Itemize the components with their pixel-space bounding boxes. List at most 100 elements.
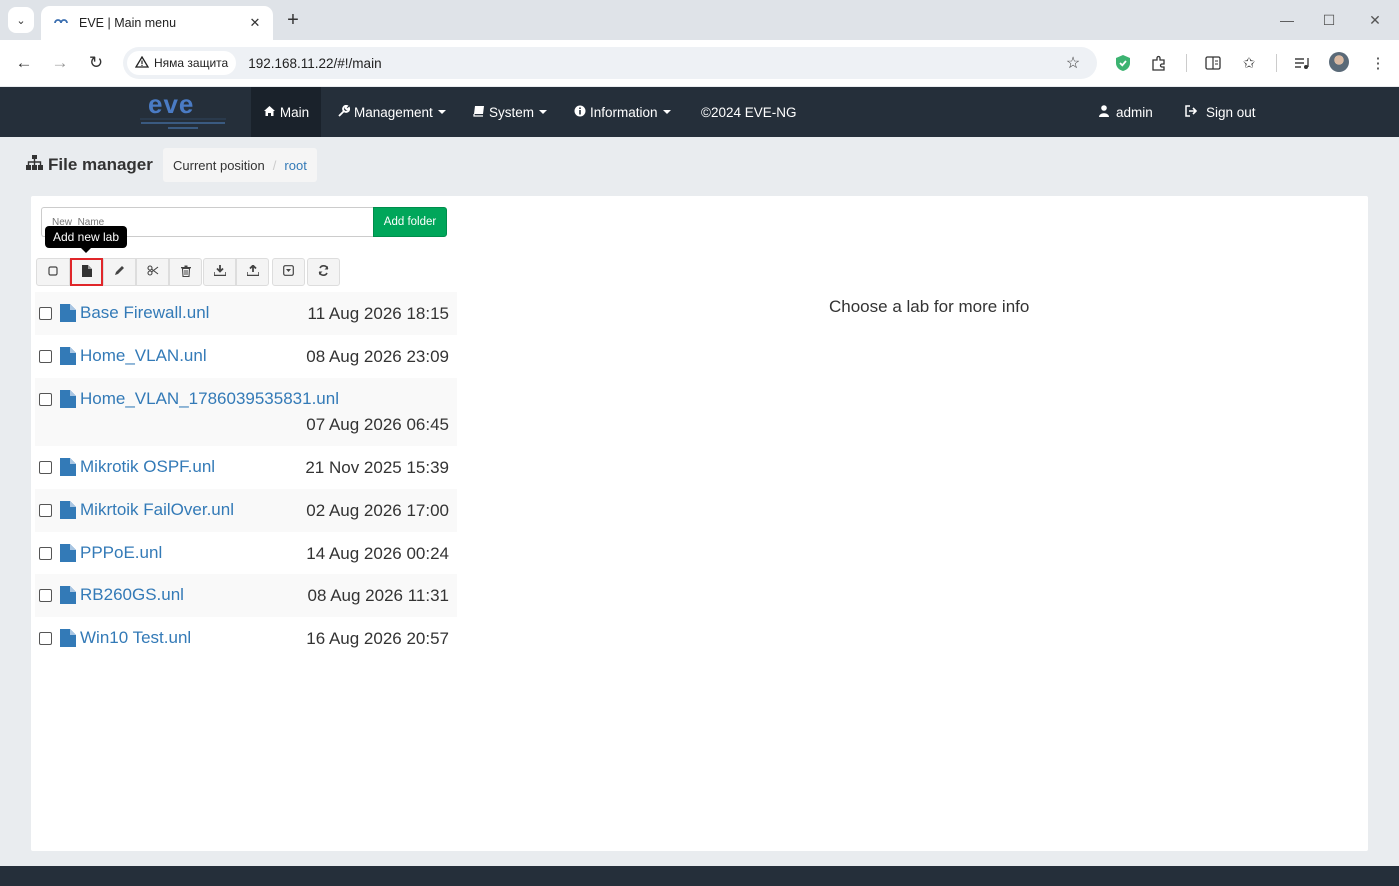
list-item[interactable]: Home_VLAN_1786039535831.unl 07 Aug 2026 … [35, 378, 457, 446]
scissors-icon [146, 265, 159, 279]
favorites-icon[interactable]: ✩ [1238, 52, 1260, 74]
sitemap-icon [26, 155, 43, 175]
file-date: 16 Aug 2026 20:57 [306, 629, 449, 648]
file-name-link[interactable]: PPPoE.unl [80, 543, 162, 563]
refresh-button[interactable] [307, 258, 340, 286]
row-checkbox[interactable] [39, 504, 52, 517]
browser-tab[interactable]: EVE | Main menu ✕ [41, 6, 273, 40]
warning-icon [134, 55, 150, 71]
nav-management[interactable]: Management [338, 87, 446, 137]
export-button[interactable] [236, 258, 269, 286]
minimize-icon[interactable]: — [1276, 9, 1298, 31]
nav-user[interactable]: admin [1099, 87, 1153, 137]
address-bar[interactable]: Няма защита 192.168.11.22/#!/main ☆ [123, 47, 1097, 79]
tab-title: EVE | Main menu [79, 16, 177, 30]
nav-system[interactable]: System [473, 87, 548, 137]
media-control-icon[interactable] [1291, 52, 1313, 74]
caret-down-icon [437, 110, 446, 114]
copyright-label: ©2024 EVE-NG [701, 104, 797, 120]
lab-info-placeholder: Choose a lab for more info [829, 297, 1030, 316]
list-item[interactable]: Win10 Test.unl 16 Aug 2026 20:57 [35, 617, 457, 660]
download-icon [212, 265, 227, 279]
checkbox-square-icon [48, 265, 58, 279]
add-new-lab-button[interactable] [70, 258, 103, 286]
eve-favicon-icon [53, 15, 69, 31]
breadcrumb-current-position: Current position [173, 157, 265, 173]
eve-logo[interactable]: eve [138, 89, 228, 134]
svg-text:eve: eve [148, 89, 194, 119]
caret-down-icon [662, 110, 671, 114]
add-folder-button[interactable]: Add folder [373, 207, 447, 237]
extensions-puzzle-icon[interactable] [1148, 52, 1170, 74]
refresh-icon [318, 265, 329, 279]
file-date: 21 Nov 2025 15:39 [305, 458, 449, 477]
row-checkbox[interactable] [39, 393, 52, 406]
profile-avatar[interactable] [1329, 52, 1349, 72]
back-icon[interactable]: ← [11, 50, 37, 76]
file-name-link[interactable]: Base Firewall.unl [80, 303, 209, 323]
file-date: 08 Aug 2026 11:31 [307, 586, 450, 605]
forward-icon[interactable]: → [47, 50, 73, 76]
close-icon[interactable]: ✕ [245, 13, 265, 33]
file-name-link[interactable]: Win10 Test.unl [80, 628, 191, 648]
row-checkbox[interactable] [39, 350, 52, 363]
bookmark-star-icon[interactable]: ☆ [1063, 53, 1083, 73]
select-all-button[interactable] [36, 258, 70, 286]
more-menu-icon[interactable]: ⋮ [1367, 52, 1389, 74]
shield-extension-icon[interactable] [1112, 52, 1134, 74]
file-name-link[interactable]: Home_VLAN.unl [80, 346, 207, 366]
file-icon [60, 629, 76, 647]
file-name-link[interactable]: Home_VLAN_1786039535831.unl [80, 389, 339, 409]
new-tab-button[interactable]: + [281, 8, 305, 32]
rename-button[interactable] [103, 258, 136, 286]
caret-square-down-icon [283, 265, 294, 279]
reload-icon[interactable]: ↻ [83, 50, 109, 76]
nav-information[interactable]: Information [574, 87, 671, 137]
nav-information-label: Information [590, 104, 658, 120]
tab-search-button[interactable]: ⌄ [8, 7, 34, 33]
caret-down-icon [539, 110, 548, 114]
collapse-button[interactable] [272, 258, 305, 286]
file-name-link[interactable]: RB260GS.unl [80, 585, 184, 605]
home-icon [263, 105, 276, 120]
list-item[interactable]: Mikrotik OSPF.unl 21 Nov 2025 15:39 [35, 446, 457, 489]
reading-list-icon[interactable] [1202, 52, 1224, 74]
file-name-link[interactable]: Mikrtoik FailOver.unl [80, 500, 234, 520]
breadcrumb-separator: / [272, 157, 277, 173]
sign-out-label: Sign out [1206, 104, 1256, 120]
delete-button[interactable] [169, 258, 202, 286]
security-chip[interactable]: Няма защита [127, 51, 237, 75]
file-icon [60, 544, 76, 562]
nav-main[interactable]: Main [251, 87, 321, 137]
cut-button[interactable] [136, 258, 169, 286]
row-checkbox[interactable] [39, 589, 52, 602]
toolbar-divider [1186, 54, 1187, 72]
page-title: File manager [26, 154, 153, 176]
list-item[interactable]: RB260GS.unl 08 Aug 2026 11:31 [35, 574, 457, 617]
security-label: Няма защита [154, 56, 229, 70]
list-item[interactable]: PPPoE.unl 14 Aug 2026 00:24 [35, 532, 457, 574]
page-footer [0, 866, 1399, 886]
sign-out-link[interactable]: Sign out [1185, 87, 1256, 137]
list-item[interactable]: Mikrtoik FailOver.unl 02 Aug 2026 17:00 [35, 489, 457, 532]
nav-system-label: System [489, 104, 535, 120]
pencil-icon [114, 265, 125, 279]
row-checkbox[interactable] [39, 632, 52, 645]
breadcrumb-root-link[interactable]: root [284, 158, 306, 173]
trash-icon [180, 265, 191, 280]
file-name-link[interactable]: Mikrotik OSPF.unl [80, 457, 215, 477]
window-close-icon[interactable]: ✕ [1364, 9, 1386, 31]
maximize-icon[interactable]: ☐ [1318, 9, 1340, 31]
row-checkbox[interactable] [39, 307, 52, 320]
file-icon [60, 501, 76, 519]
file-list: Base Firewall.unl 11 Aug 2026 18:15 Home… [35, 292, 457, 660]
nav-management-label: Management [354, 104, 433, 120]
list-item[interactable]: Home_VLAN.unl 08 Aug 2026 23:09 [35, 335, 457, 378]
row-checkbox[interactable] [39, 461, 52, 474]
nav-copyright[interactable]: ©2024 EVE-NG [701, 87, 797, 137]
row-checkbox[interactable] [39, 547, 52, 560]
import-button[interactable] [203, 258, 236, 286]
toolbar-divider [1276, 54, 1277, 72]
nav-main-label: Main [279, 104, 310, 120]
list-item[interactable]: Base Firewall.unl 11 Aug 2026 18:15 [35, 292, 457, 335]
